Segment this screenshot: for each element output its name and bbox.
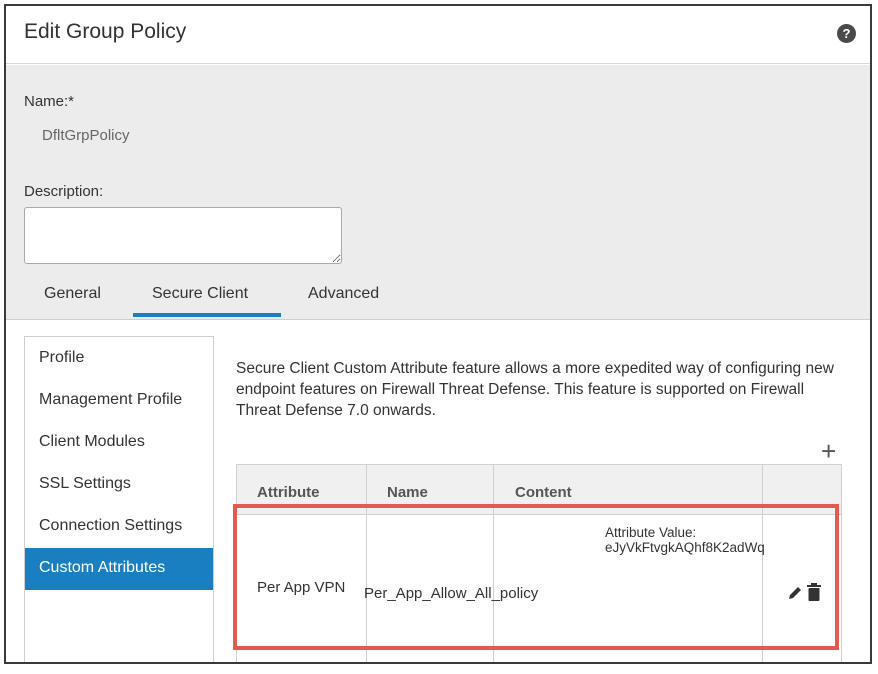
description-label: Description: bbox=[24, 183, 104, 200]
description-field[interactable] bbox=[24, 207, 342, 264]
attribute-cell: Per App VPN bbox=[257, 579, 346, 596]
table-row[interactable]: Per App VPN Per_App_Allow_All_policy Att… bbox=[237, 515, 841, 662]
column-header-content: Content bbox=[515, 484, 572, 501]
dialog-title: Edit Group Policy bbox=[24, 20, 187, 43]
sidebar-item-ssl-settings[interactable]: SSL Settings bbox=[25, 465, 213, 503]
sidebar-item-client-modules[interactable]: Client Modules bbox=[25, 423, 213, 461]
edit-group-policy-dialog: Edit Group Policy ? Name:* DfltGrpPolicy… bbox=[4, 4, 872, 664]
sidebar-item-management-profile[interactable]: Management Profile bbox=[25, 381, 213, 419]
secure-client-sidebar: Profile Management Profile Client Module… bbox=[24, 336, 214, 662]
tab-general[interactable]: General bbox=[44, 285, 101, 303]
tab-advanced[interactable]: Advanced bbox=[308, 285, 379, 303]
tab-secure-client[interactable]: Secure Client bbox=[152, 285, 248, 303]
dialog-header: Edit Group Policy ? bbox=[6, 6, 870, 64]
trash-icon[interactable] bbox=[807, 583, 821, 601]
content-cell: Attribute Value: eJyVkFtvgkAQhf8K2adWqBc… bbox=[605, 525, 765, 556]
custom-attributes-table: Attribute Name Content Per App VPN Per_A… bbox=[236, 464, 842, 662]
active-tab-indicator bbox=[133, 313, 281, 317]
sidebar-item-connection-settings[interactable]: Connection Settings bbox=[25, 507, 213, 545]
custom-attribute-info: Secure Client Custom Attribute feature a… bbox=[236, 360, 834, 419]
name-label: Name:* bbox=[24, 93, 75, 110]
table-header: Attribute Name Content bbox=[237, 465, 841, 515]
plus-icon[interactable]: + bbox=[821, 438, 836, 464]
help-icon[interactable]: ? bbox=[837, 24, 856, 43]
column-header-attribute: Attribute bbox=[257, 484, 320, 501]
pencil-icon[interactable] bbox=[787, 585, 803, 606]
name-cell: Per_App_Allow_All_policy bbox=[364, 585, 539, 602]
sidebar-item-profile[interactable]: Profile bbox=[25, 339, 213, 377]
sidebar-item-custom-attributes[interactable]: Custom Attributes bbox=[25, 548, 213, 590]
policy-form-panel: Name:* DfltGrpPolicy Description: Genera… bbox=[6, 65, 870, 320]
column-header-name: Name bbox=[387, 484, 428, 501]
name-value: DfltGrpPolicy bbox=[42, 127, 130, 144]
